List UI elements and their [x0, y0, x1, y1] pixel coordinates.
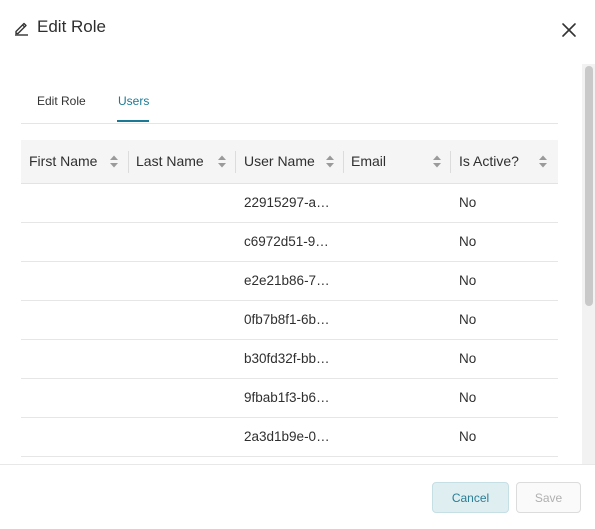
- sort-icon[interactable]: [432, 154, 442, 169]
- sort-icon[interactable]: [217, 154, 227, 169]
- column-header-email[interactable]: Email: [343, 140, 451, 183]
- pencil-icon: [13, 19, 30, 36]
- cell-user-name: b30fd32f-bb…: [244, 351, 330, 366]
- column-header-first-name[interactable]: First Name: [21, 140, 128, 183]
- dialog-header: Edit Role: [0, 0, 595, 60]
- cell-is-active: No: [459, 312, 477, 327]
- sort-icon[interactable]: [325, 154, 335, 169]
- cell-is-active: No: [459, 234, 477, 249]
- column-header-last-name[interactable]: Last Name: [128, 140, 236, 183]
- users-table: First Name Last Name User Name Email Is …: [21, 140, 558, 464]
- edit-role-dialog: Edit Role Edit Role Users First Name Las…: [0, 0, 595, 529]
- table-row[interactable]: 0fb7b8f1-6b… No: [21, 301, 558, 340]
- table-row[interactable]: 22915297-a… No: [21, 184, 558, 223]
- cell-is-active: No: [459, 273, 477, 288]
- sort-icon[interactable]: [109, 154, 119, 169]
- table-header: First Name Last Name User Name Email Is …: [21, 140, 558, 184]
- cell-user-name: c6972d51-9…: [244, 234, 329, 249]
- cell-is-active: No: [459, 429, 477, 444]
- table-row[interactable]: 9fbab1f3-b6… No: [21, 379, 558, 418]
- table-row[interactable]: b30fd32f-bb… No: [21, 340, 558, 379]
- dialog-title: Edit Role: [37, 17, 106, 36]
- cell-is-active: No: [459, 195, 477, 210]
- column-header-label: Email: [351, 153, 387, 169]
- cancel-button[interactable]: Cancel: [432, 482, 509, 513]
- tab-users[interactable]: Users: [118, 94, 149, 108]
- column-header-label: First Name: [29, 153, 98, 169]
- column-header-label: Is Active?: [459, 153, 519, 169]
- cell-user-name: 22915297-a…: [244, 195, 330, 210]
- close-icon[interactable]: [559, 20, 579, 40]
- save-button[interactable]: Save: [516, 482, 581, 513]
- column-header-label: Last Name: [136, 153, 204, 169]
- column-header-is-active[interactable]: Is Active?: [451, 140, 558, 183]
- table-row[interactable]: e2e21b86-7… No: [21, 262, 558, 301]
- tab-bar: Edit Role Users: [21, 84, 558, 124]
- cell-user-name: e2e21b86-7…: [244, 273, 330, 288]
- column-header-label: User Name: [244, 153, 315, 169]
- table-row[interactable]: 2a3d1b9e-0… No: [21, 418, 558, 457]
- dialog-footer: Cancel Save: [0, 464, 595, 529]
- tab-edit-role[interactable]: Edit Role: [37, 94, 86, 108]
- scrollbar-thumb[interactable]: [585, 66, 593, 306]
- cell-is-active: No: [459, 390, 477, 405]
- sort-icon[interactable]: [538, 154, 548, 169]
- cell-is-active: No: [459, 351, 477, 366]
- table-row[interactable]: c6972d51-9… No: [21, 223, 558, 262]
- cell-user-name: 9fbab1f3-b6…: [244, 390, 330, 405]
- cell-user-name: 0fb7b8f1-6b…: [244, 312, 330, 327]
- active-tab-indicator: [117, 120, 149, 122]
- table-row[interactable]: [21, 457, 558, 464]
- column-header-user-name[interactable]: User Name: [236, 140, 343, 183]
- cell-user-name: 2a3d1b9e-0…: [244, 429, 330, 444]
